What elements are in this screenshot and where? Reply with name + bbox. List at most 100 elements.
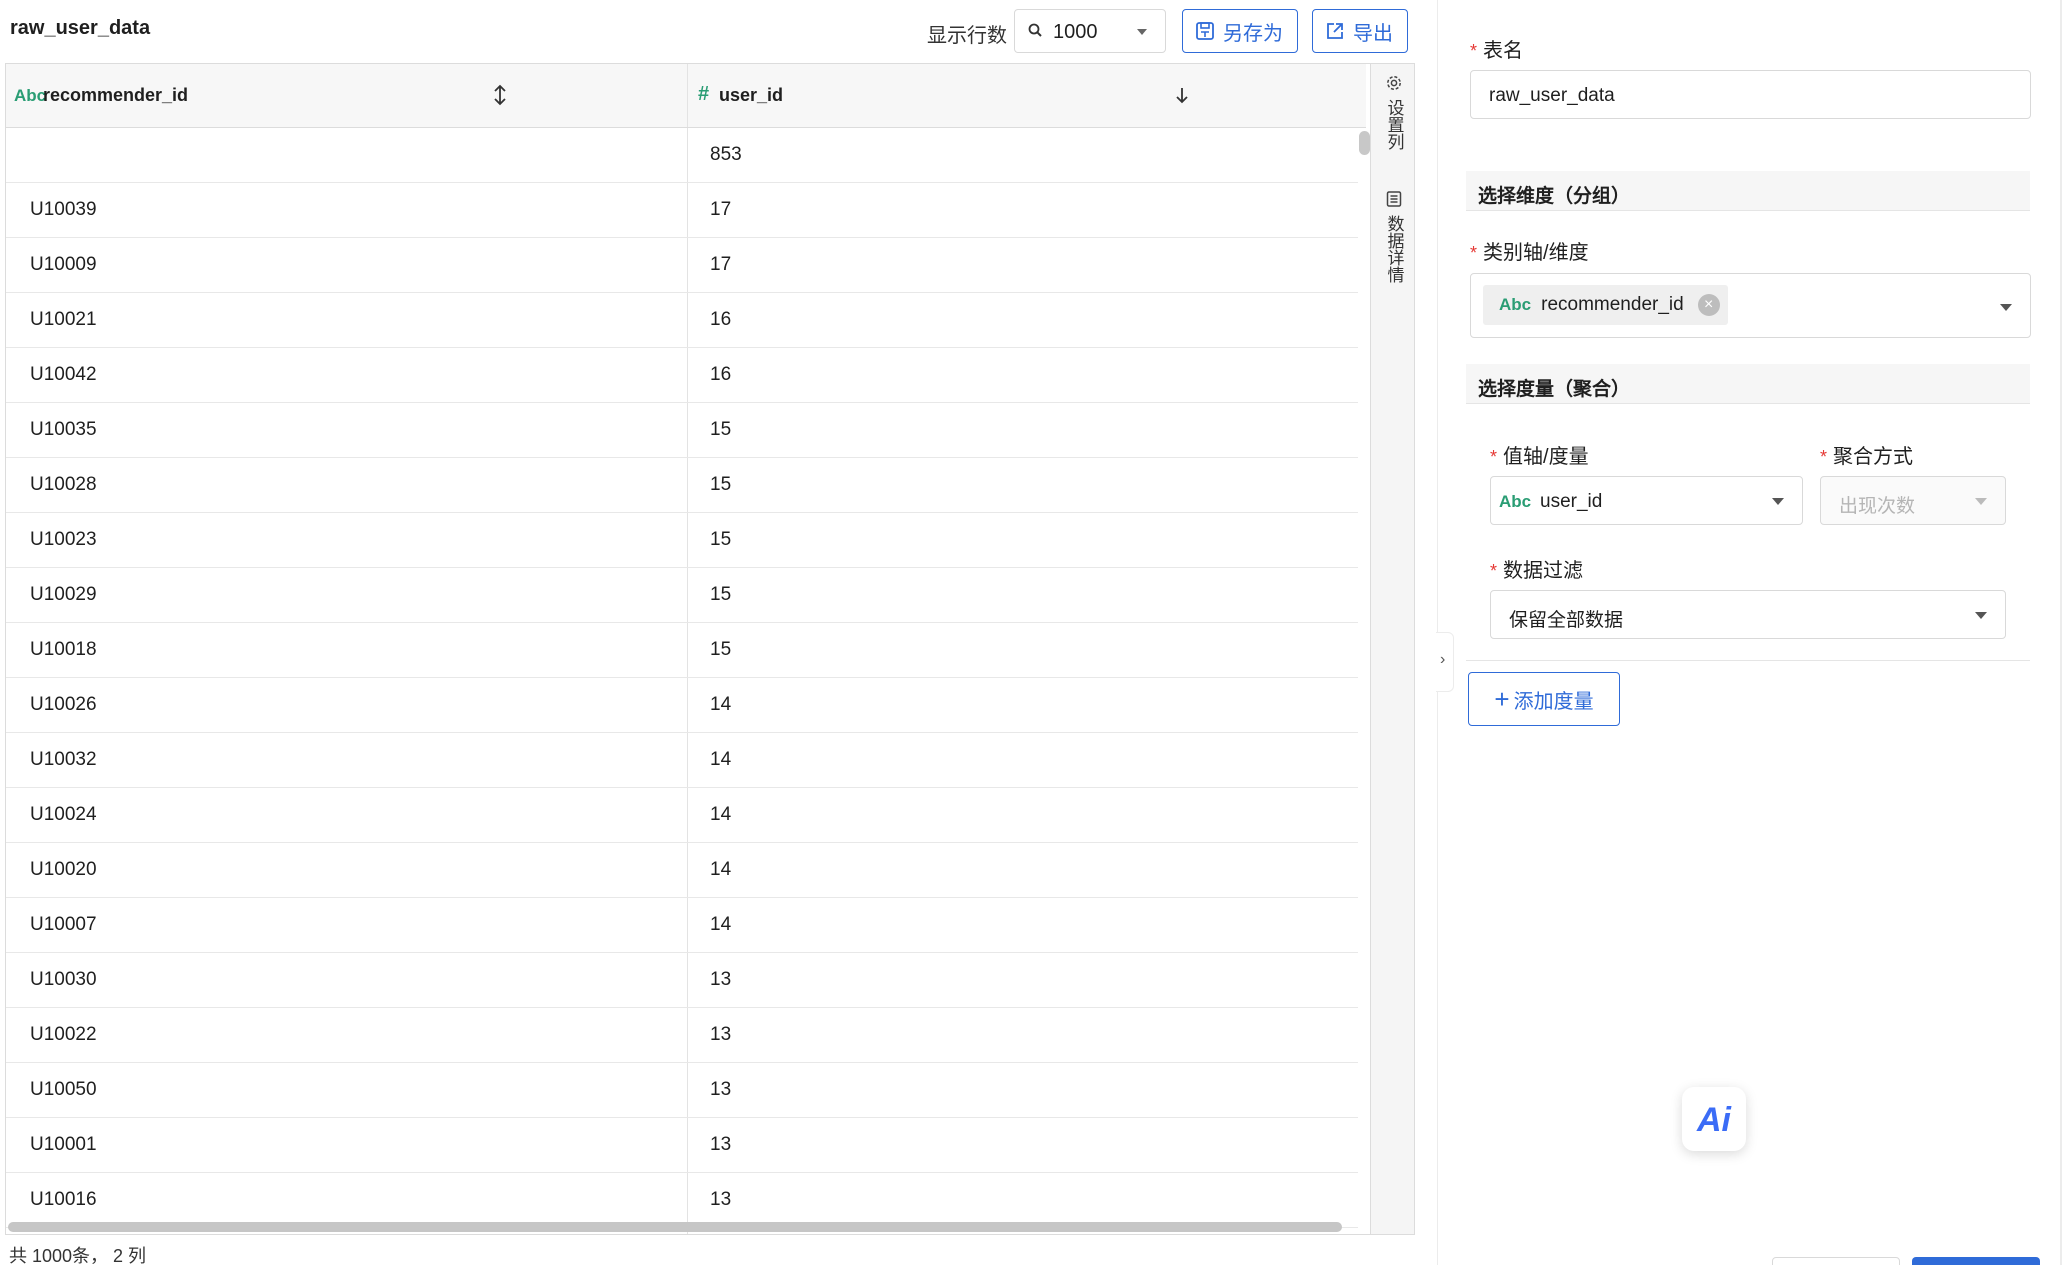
recommender-id-cell: U10039 [30, 199, 97, 220]
user-id-cell: 14 [710, 749, 732, 770]
gear-icon [1387, 76, 1401, 90]
dimension-section-header: 选择维度（分组） [1466, 171, 2030, 211]
recommender-id-cell: U10021 [30, 309, 97, 330]
text-type-icon: Abc [1499, 295, 1532, 314]
aggregation-select[interactable]: 出现次数 [1820, 476, 2006, 525]
column-name: user_id [719, 85, 784, 105]
table-row[interactable]: U10030 13 [6, 953, 1358, 1008]
add-measure-button[interactable]: + 添加度量 [1468, 672, 1620, 726]
table-row[interactable]: U10028 15 [6, 458, 1358, 513]
grid-header: Abc recommender_id # user_id [6, 64, 1366, 128]
table-row[interactable]: U10024 14 [6, 788, 1358, 843]
table-row[interactable]: U10023 15 [6, 513, 1358, 568]
column-header-user-id[interactable]: # user_id [687, 64, 1366, 127]
caret-down-icon [1975, 498, 1987, 505]
save-as-button[interactable]: 另存为 [1182, 9, 1298, 53]
required-mark: * [1470, 41, 1478, 61]
user-id-cell: 853 [710, 144, 742, 165]
required-mark: * [1490, 561, 1498, 581]
data-details-label: 数据详情 [1384, 215, 1404, 283]
set-columns-label: 设置列 [1384, 99, 1404, 150]
recommender-id-cell: U10024 [30, 804, 97, 825]
recommender-id-cell: U10020 [30, 859, 97, 880]
table-row[interactable]: U10020 14 [6, 843, 1358, 898]
table-row[interactable]: U10001 13 [6, 1118, 1358, 1173]
grid-body: 853 U10039 17 U10009 17 U10021 16 U10042 16 … [6, 128, 1358, 1234]
chevron-right-icon: › [1440, 651, 1446, 668]
user-id-cell: 14 [710, 804, 732, 825]
table-row[interactable]: U10026 14 [6, 678, 1358, 733]
recommender-id-cell: U10042 [30, 364, 97, 385]
value-axis-select[interactable]: Abc user_id [1490, 476, 1803, 525]
ai-assistant-button[interactable]: Ai [1682, 1087, 1746, 1151]
aggregation-value: 出现次数 [1839, 496, 1916, 517]
table-row[interactable]: U10035 15 [6, 403, 1358, 458]
user-id-cell: 16 [710, 309, 732, 330]
table-row[interactable]: U10029 15 [6, 568, 1358, 623]
table-row[interactable]: U10007 14 [6, 898, 1358, 953]
recommender-id-cell: U10026 [30, 694, 97, 715]
sort-both-icon[interactable] [492, 84, 508, 106]
vertical-scrollbar[interactable] [1359, 131, 1370, 155]
recommender-id-cell: U10030 [30, 969, 97, 990]
user-id-cell: 15 [710, 474, 732, 495]
export-label: 导出 [1353, 22, 1393, 45]
rows-label: 显示行数 [927, 25, 1007, 47]
confirm-button[interactable] [1912, 1257, 2040, 1265]
export-icon [1327, 23, 1343, 39]
collapse-panel-button[interactable]: › [1436, 632, 1454, 692]
user-id-cell: 16 [710, 364, 732, 385]
user-id-cell: 14 [710, 914, 732, 935]
caret-down-icon [1137, 29, 1147, 35]
ai-icon: Ai [1697, 1101, 1731, 1139]
table-row[interactable]: U10032 14 [6, 733, 1358, 788]
set-columns-button[interactable]: 设置列 [1371, 74, 1414, 150]
user-id-cell: 13 [710, 1024, 732, 1045]
table-row[interactable]: U10009 17 [6, 238, 1358, 293]
user-id-cell: 17 [710, 254, 732, 275]
user-id-cell: 13 [710, 969, 732, 990]
data-filter-select[interactable]: 保留全部数据 [1490, 590, 2006, 639]
table-row[interactable]: U10016 13 [6, 1173, 1358, 1228]
sort-desc-icon[interactable] [1174, 84, 1190, 106]
cancel-button[interactable] [1772, 1257, 1900, 1265]
data-grid: Abc recommender_id # user_id 853 U10039 1… [5, 63, 1415, 1235]
recommender-id-cell: U10028 [30, 474, 97, 495]
column-header-recommender-id[interactable]: Abc recommender_id [6, 64, 687, 127]
recommender-id-cell: U10001 [30, 1134, 97, 1155]
window-edge [2060, 0, 2062, 1265]
category-axis-label: * 类别轴/维度 [1470, 242, 1589, 264]
value-axis-label: * 值轴/度量 [1490, 446, 1589, 468]
user-id-cell: 14 [710, 859, 732, 880]
table-name-label: * 表名 [1470, 40, 1524, 62]
recommender-id-cell: U10022 [30, 1024, 97, 1045]
table-row[interactable]: 853 [6, 128, 1358, 183]
table-row[interactable]: U10018 15 [6, 623, 1358, 678]
data-filter-label: * 数据过滤 [1490, 560, 1584, 582]
rows-select[interactable]: 1000 [1014, 9, 1166, 53]
recommender-id-cell: U10050 [30, 1079, 97, 1100]
side-toolbar: 设置列 数据详情 [1370, 64, 1414, 1234]
dimension-tag-label: recommender_id [1541, 294, 1684, 315]
table-name-input[interactable]: raw_user_data [1470, 70, 2031, 119]
table-row[interactable]: U10021 16 [6, 293, 1358, 348]
caret-down-icon [1975, 612, 1987, 619]
caret-down-icon [1772, 498, 1784, 505]
table-name-value: raw_user_data [1489, 85, 1615, 106]
table-row[interactable]: U10050 13 [6, 1063, 1358, 1118]
table-row[interactable]: U10042 16 [6, 348, 1358, 403]
recommender-id-cell: U10035 [30, 419, 97, 440]
table-row[interactable]: U10039 17 [6, 183, 1358, 238]
table-row[interactable]: U10022 13 [6, 1008, 1358, 1063]
rows-value: 1000 [1053, 21, 1098, 43]
column-name: recommender_id [43, 85, 189, 105]
horizontal-scrollbar[interactable] [8, 1222, 1342, 1232]
data-details-button[interactable]: 数据详情 [1371, 190, 1414, 283]
remove-tag-icon[interactable]: × [1697, 294, 1720, 316]
number-type-icon: # [698, 83, 710, 105]
recommender-id-cell: U10007 [30, 914, 97, 935]
category-axis-select[interactable]: Abc recommender_id × [1470, 273, 2031, 338]
required-mark: * [1820, 447, 1828, 467]
export-button[interactable]: 导出 [1312, 9, 1408, 53]
user-id-cell: 15 [710, 419, 732, 440]
